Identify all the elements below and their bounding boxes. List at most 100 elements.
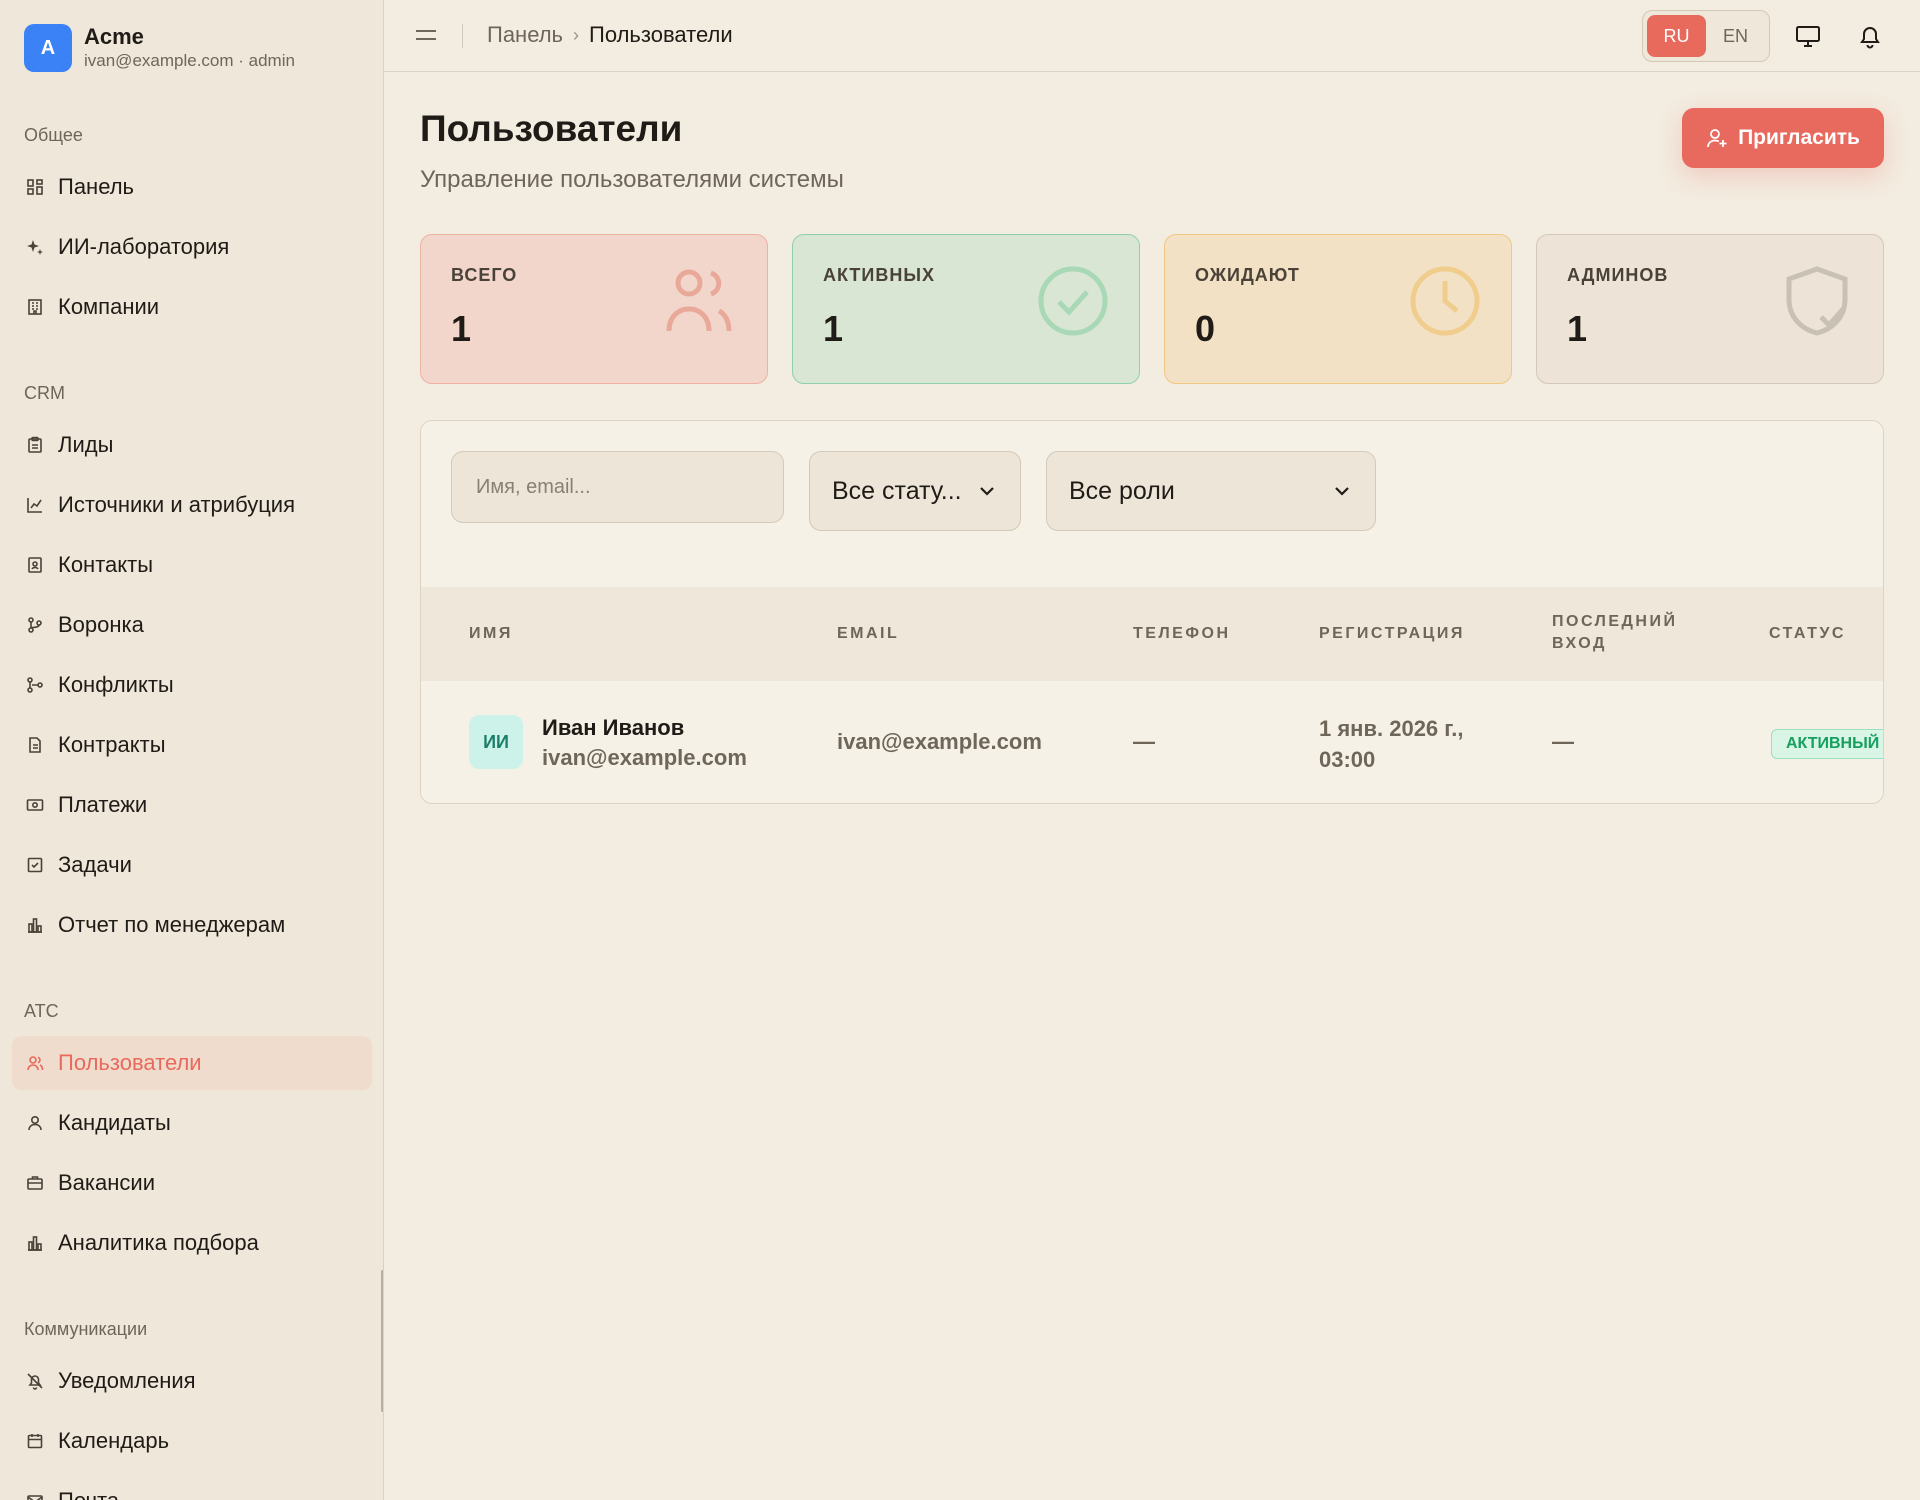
page-subtitle: Управление пользователями системы: [420, 166, 844, 193]
sidebar-item-mail[interactable]: Почта: [12, 1474, 372, 1500]
funnel-icon: [26, 616, 44, 634]
column-header-name[interactable]: ИМЯ: [469, 623, 513, 645]
sidebar-item-label: Вакансии: [58, 1170, 155, 1195]
nav-section-title: ATC: [24, 1001, 59, 1021]
building-icon: [26, 298, 44, 316]
sidebar-item-label: Задачи: [58, 852, 132, 877]
sidebar-item-vacancies[interactable]: Вакансии: [12, 1156, 372, 1210]
menu-toggle-icon[interactable]: [414, 24, 438, 48]
sidebar-item-label: Отчет по менеджерам: [58, 912, 286, 937]
sidebar-item-payments[interactable]: Платежи: [12, 778, 372, 832]
sidebar-item-contacts[interactable]: Контакты: [12, 538, 372, 592]
sidebar: A Acme ivan@example.com · admin Общее Па…: [0, 0, 384, 1500]
role-filter-value: Все роли: [1069, 476, 1175, 505]
column-header-phone[interactable]: ТЕЛЕФОН: [1133, 623, 1231, 645]
bar-chart-icon: [26, 1234, 44, 1252]
column-header-status[interactable]: СТАТУС: [1769, 623, 1846, 645]
user-email: ivan@example.com: [542, 745, 747, 770]
shield-check-icon: [1786, 266, 1848, 336]
sidebar-item-label: Аналитика подбора: [58, 1230, 259, 1255]
stat-card-active: АКТИВНЫХ 1: [792, 234, 1140, 384]
nav-section-communications: Коммуникации Уведомления Календарь Почта: [0, 1312, 383, 1500]
sidebar-item-label: Пользователи: [58, 1050, 202, 1075]
search-input[interactable]: [451, 451, 784, 523]
users-icon: [26, 1054, 44, 1072]
sidebar-item-companies[interactable]: Компании: [12, 280, 372, 334]
sidebar-item-label: Контакты: [58, 552, 154, 577]
calendar-icon: [26, 1432, 44, 1450]
sidebar-item-leads[interactable]: Лиды: [12, 418, 372, 472]
users-panel: Все стату... Все роли ИМЯ EMAIL ТЕЛЕФОН …: [420, 420, 1884, 804]
sidebar-item-manager-report[interactable]: Отчет по менеджерам: [12, 898, 372, 952]
brand-subtitle: ivan@example.com · admin: [84, 51, 295, 70]
sidebar-item-sources[interactable]: Источники и атрибуция: [12, 478, 372, 532]
brand-name: Acme: [84, 24, 144, 49]
sidebar-item-label: Лиды: [58, 432, 114, 457]
sidebar-item-label: Контракты: [58, 732, 166, 757]
email-cell: ivan@example.com: [837, 729, 1042, 754]
lang-en-button[interactable]: EN: [1706, 15, 1765, 57]
sidebar-item-contracts[interactable]: Контракты: [12, 718, 372, 772]
bell-off-icon: [26, 1372, 44, 1390]
stat-card-total: ВСЕГО 1: [420, 234, 768, 384]
breadcrumb-link-dashboard[interactable]: Панель: [487, 22, 563, 48]
nav-section-title: Коммуникации: [24, 1319, 148, 1339]
breadcrumb-separator: ›: [573, 24, 580, 45]
column-header-email[interactable]: EMAIL: [837, 623, 899, 645]
sidebar-item-label: Компании: [58, 294, 160, 319]
lang-ru-button[interactable]: RU: [1647, 15, 1706, 57]
dashboard-icon: [26, 178, 44, 196]
sidebar-item-tasks[interactable]: Задачи: [12, 838, 372, 892]
column-header-registered[interactable]: РЕГИСТРАЦИЯ: [1319, 623, 1465, 645]
sidebar-item-label: Кандидаты: [58, 1110, 171, 1135]
table-header: ИМЯ EMAIL ТЕЛЕФОН РЕГИСТРАЦИЯ ПОСЛЕДНИЙ …: [421, 587, 1883, 681]
sidebar-item-label: Платежи: [58, 792, 148, 817]
page-title: Пользователи: [420, 108, 683, 149]
user-icon: [26, 1114, 44, 1132]
sidebar-item-notifications[interactable]: Уведомления: [12, 1354, 372, 1408]
sidebar-item-dashboard[interactable]: Панель: [12, 160, 372, 214]
breadcrumb: Панель › Пользователи: [487, 22, 733, 48]
status-filter-value: Все стату...: [832, 476, 962, 505]
chevron-down-icon: [980, 487, 994, 496]
brand-logo: A: [24, 24, 72, 72]
banknote-icon: [26, 796, 44, 814]
nav-section-atc: ATC Пользователи Кандидаты Вакансии Анал…: [0, 994, 383, 1276]
avatar: ИИ: [469, 715, 523, 769]
users-icon: [666, 269, 732, 332]
sidebar-item-conflicts[interactable]: Конфликты: [12, 658, 372, 712]
topbar: Панель › Пользователи RU EN: [384, 0, 1920, 72]
check-circle-icon: [1038, 266, 1108, 336]
briefcase-icon: [26, 1174, 44, 1192]
sidebar-item-calendar[interactable]: Календарь: [12, 1414, 372, 1468]
user-name: Иван Иванов: [542, 715, 685, 740]
status-filter-select[interactable]: Все стату...: [809, 451, 1021, 531]
sidebar-item-recruitment-analytics[interactable]: Аналитика подбора: [12, 1216, 372, 1270]
clock-icon: [1410, 266, 1480, 336]
sidebar-scrollbar[interactable]: [381, 1270, 383, 1412]
sidebar-item-label: Уведомления: [58, 1368, 196, 1393]
stat-card-pending: ОЖИДАЮТ 0: [1164, 234, 1512, 384]
nav-section-title: CRM: [24, 383, 65, 403]
user-plus-icon: [1707, 129, 1727, 148]
sidebar-item-label: Почта: [58, 1488, 119, 1500]
role-filter-select[interactable]: Все роли: [1046, 451, 1376, 531]
table-row[interactable]: ИИ Иван Иванов ivan@example.com ivan@exa…: [421, 681, 1883, 803]
nav-section-crm: CRM Лиды Источники и атрибуция Контакты …: [0, 376, 383, 958]
chart-icon: [26, 496, 44, 514]
mail-icon: [26, 1492, 44, 1500]
last-login-cell: —: [1552, 729, 1574, 754]
column-header-last-login[interactable]: ПОСЛЕДНИЙ ВХОД: [1552, 611, 1692, 655]
sidebar-item-label: Конфликты: [58, 672, 174, 697]
nav-section-title: Общее: [24, 125, 83, 145]
sidebar-item-users[interactable]: Пользователи: [12, 1036, 372, 1090]
chevron-down-icon: [1335, 487, 1349, 496]
bell-icon[interactable]: [1856, 22, 1884, 50]
monitor-icon[interactable]: [1794, 22, 1822, 50]
sidebar-item-funnel[interactable]: Воронка: [12, 598, 372, 652]
brand[interactable]: A Acme ivan@example.com · admin: [24, 24, 295, 72]
sidebar-item-candidates[interactable]: Кандидаты: [12, 1096, 372, 1150]
sidebar-item-ai-lab[interactable]: ИИ-лаборатория: [12, 220, 372, 274]
status-badge: АКТИВНЫЙ: [1771, 729, 1883, 759]
invite-button[interactable]: Пригласить: [1682, 108, 1884, 168]
